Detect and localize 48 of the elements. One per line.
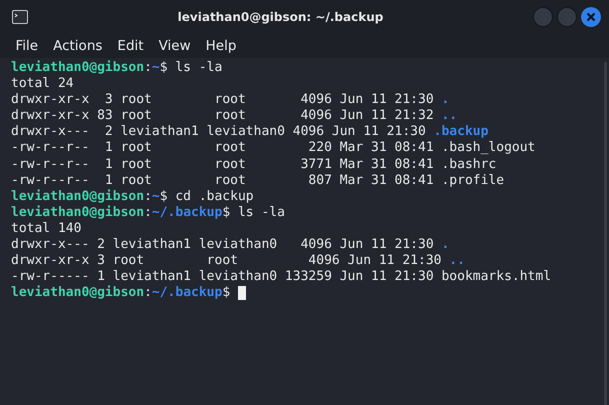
prompt-user: leviathan0@gibson [11, 188, 144, 205]
file-name: . [441, 237, 450, 254]
listing-details: drwxr-x--- 2 leviathan1 leviathan0 4096 Jun 11 21:30 [11, 124, 427, 140]
prompt-path: ~/.backup [152, 204, 222, 221]
prompt-path: ~ [152, 188, 160, 205]
prompt-symbol: $ [160, 60, 168, 76]
command-text: cd .backup [174, 188, 254, 205]
prompt-symbol: $ [222, 285, 230, 302]
prompt-symbol: $ [160, 188, 168, 205]
window-title: leviathan0@gibson: ~/.backup [176, 10, 384, 24]
prompt-user: leviathan0@gibson [11, 204, 144, 221]
prompt-symbol: $ [222, 204, 230, 221]
command-text: ls -la [236, 204, 285, 221]
terminal-icon [12, 10, 28, 24]
prompt-separator: : [144, 204, 152, 221]
menu-item[interactable]: Edit [110, 38, 152, 54]
listing-details: drwxr-xr-x 83 root root 4096 Jun 11 21:32 [11, 108, 435, 124]
listing-details: -rw-r----- 1 leviathan1 leviathan0 133259 Jun 11 21:30 [11, 269, 435, 285]
file-name: . [441, 92, 450, 108]
file-name: .profile [441, 172, 504, 189]
listing-details: drwxr-xr-x 3 root root 4096 Jun 11 21:30 [11, 92, 435, 108]
minimize-button[interactable] [533, 7, 553, 27]
command-text: ls -la [174, 60, 222, 76]
prompt-user: leviathan0@gibson [11, 60, 144, 76]
listing-details: -rw-r--r-- 1 root root 807 Mar 31 08:41 [11, 172, 435, 189]
file-name: bookmarks.html [441, 269, 552, 286]
prompt-separator: : [144, 188, 152, 205]
prompt-separator: : [144, 60, 152, 76]
menu-item[interactable]: Help [198, 38, 244, 54]
listing-details: -rw-r--r-- 1 root root 3771 Mar 31 08:41 [11, 156, 435, 173]
menu-item[interactable]: Actions [46, 38, 110, 54]
prompt-path: ~ [152, 60, 160, 76]
file-name: .bashrc [441, 156, 496, 173]
output-text: total 24 [11, 76, 74, 92]
prompt-path: ~/.backup [152, 285, 222, 302]
listing-details: -rw-r--r-- 1 root root 220 Mar 31 08:41 [11, 140, 435, 157]
listing-details: drwxr-xr-x 3 root root 4096 Jun 11 21:30 [11, 253, 442, 270]
file-name: .. [441, 108, 458, 124]
prompt-separator: : [144, 285, 152, 302]
file-name: .bash_logout [441, 140, 536, 157]
output-text: total 140 [11, 220, 82, 238]
listing-details: drwxr-x--- 2 leviathan1 leviathan0 4096 Jun 11 21:30 [11, 237, 435, 254]
file-name: .backup [434, 124, 488, 140]
close-icon[interactable] [581, 7, 601, 27]
menu-item[interactable]: View [151, 38, 198, 54]
prompt-user: leviathan0@gibson [11, 285, 144, 302]
file-name: .. [449, 253, 465, 270]
menu-item[interactable]: File [8, 38, 46, 54]
